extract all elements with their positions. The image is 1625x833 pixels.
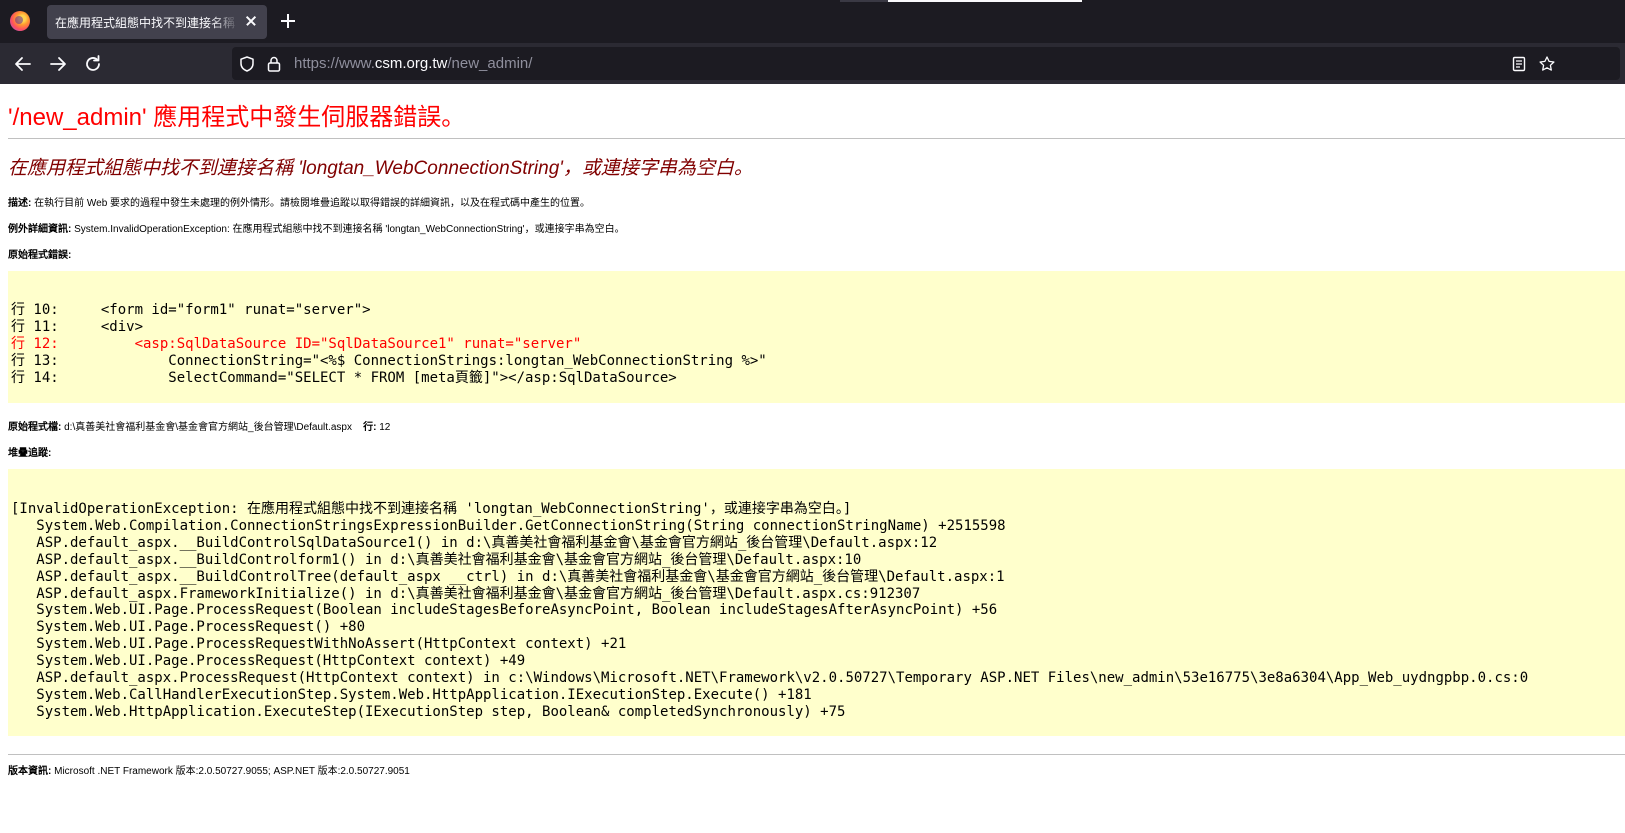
- source-code-line: 行 10: <form id="form1" runat="server">: [11, 302, 371, 318]
- stack-trace-line: System.Web.UI.Page.ProcessRequest() +80: [11, 619, 366, 636]
- stack-trace-label: 堆疊追蹤:: [8, 448, 52, 459]
- version-line: 版本資訊: Microsoft .NET Framework 版本:2.0.50…: [8, 762, 410, 777]
- stack-trace-line: [InvalidOperationException: 在應用程式組態中找不到連…: [11, 501, 852, 517]
- tab-strip: 在應用程式組態中找不到連接名稱 'longtan_WebConnectionSt…: [0, 0, 1625, 43]
- description-label: 描述:: [8, 198, 32, 209]
- divider: [8, 138, 1625, 139]
- url-text[interactable]: https://www.csm.org.tw/new_admin/: [294, 55, 532, 72]
- exception-details-line: 例外詳細資訊: System.InvalidOperationException…: [8, 220, 625, 235]
- error-title: 在應用程式組態中找不到連接名稱 'longtan_WebConnectionSt…: [8, 153, 753, 180]
- source-file-line: 原始程式檔: d:\真善美社會福利基金會\基金會官方網站_後台管理\Defaul…: [8, 418, 390, 433]
- error-title-pre: 在應用程式組態中找不到連接名稱: [8, 158, 299, 179]
- navigation-toolbar: https://www.csm.org.tw/new_admin/: [0, 43, 1625, 84]
- stack-trace-line: System.Web.UI.Page.ProcessRequest(HttpCo…: [11, 653, 526, 670]
- stack-trace-line: System.Web.UI.Page.ProcessRequest(Boolea…: [11, 602, 998, 619]
- line-label: 行:: [363, 422, 377, 433]
- stack-trace-line: ASP.default_aspx.ProcessRequest(HttpCont…: [11, 670, 1529, 687]
- back-icon[interactable]: [12, 53, 34, 75]
- stack-trace-line: System.Web.HttpApplication.ExecuteStep(I…: [11, 703, 846, 720]
- description-line: 描述: 在執行目前 Web 要求的過程中發生未處理的例外情形。請檢閱堆疊追蹤以取…: [8, 194, 590, 209]
- source-code-line: 行 12: <asp:SqlDataSource ID="SqlDataSour…: [11, 335, 582, 352]
- version-label: 版本資訊:: [8, 766, 52, 777]
- browser-tab[interactable]: 在應用程式組態中找不到連接名稱 'longtan_WebConnectionSt…: [47, 5, 267, 39]
- url-host: csm.org.tw: [374, 55, 448, 72]
- stack-trace-line: ASP.default_aspx.FrameworkInitialize() i…: [11, 585, 921, 602]
- description-text: 在執行目前 Web 要求的過程中發生未處理的例外情形。請檢閱堆疊追蹤以取得錯誤的…: [31, 198, 591, 209]
- source-error-heading: 原始程式錯誤:: [8, 246, 71, 261]
- stack-trace-box: [InvalidOperationException: 在應用程式組態中找不到連…: [8, 469, 1625, 736]
- source-code-line: 行 13: ConnectionString="<%$ ConnectionSt…: [11, 352, 767, 369]
- reload-icon[interactable]: [82, 53, 104, 75]
- titlebar-indicator: [840, 0, 888, 2]
- reader-view-icon[interactable]: [1510, 55, 1528, 73]
- stack-trace-heading: 堆疊追蹤:: [8, 444, 51, 459]
- tab-title: 在應用程式組態中找不到連接名稱 'longtan_WebConnectionSt…: [55, 16, 239, 30]
- error-title-post: ，或連接字串為空白。: [562, 158, 753, 179]
- new-tab-icon[interactable]: [280, 13, 296, 29]
- titlebar-indicator-active: [888, 0, 1082, 2]
- address-bar[interactable]: https://www.csm.org.tw/new_admin/: [232, 47, 1620, 80]
- source-code-box: 行 10: <form id="form1" runat="server"> 行 …: [8, 271, 1625, 403]
- divider: [8, 754, 1625, 755]
- stack-trace-line: System.Web.CallHandlerExecutionStep.Syst…: [11, 686, 812, 703]
- firefox-menu-icon[interactable]: [10, 11, 30, 31]
- heading-text: 應用程式中發生伺服器錯誤。: [146, 104, 466, 131]
- source-file-label: 原始程式檔:: [8, 422, 62, 433]
- source-code-line: 行 14: SelectCommand="SELECT * FROM [meta…: [11, 369, 677, 386]
- exception-text: System.InvalidOperationException: 在應用程式組…: [71, 224, 625, 235]
- stack-trace-line: System.Web.Compilation.ConnectionStrings…: [11, 517, 1006, 534]
- stack-trace-line: ASP.default_aspx.__BuildControlTree(defa…: [11, 568, 1005, 585]
- source-file-path: d:\真善美社會福利基金會\基金會官方網站_後台管理\Default.aspx: [61, 422, 352, 433]
- version-text: Microsoft .NET Framework 版本:2.0.50727.90…: [51, 766, 410, 777]
- source-code: 行 10: <form id="form1" runat="server"> 行 …: [11, 302, 767, 387]
- source-error-label: 原始程式錯誤:: [8, 250, 72, 261]
- stack-trace-line: System.Web.UI.Page.ProcessRequestWithNoA…: [11, 636, 627, 653]
- page-heading: '/new_admin' 應用程式中發生伺服器錯誤。: [8, 97, 465, 132]
- line-number: 12: [376, 422, 391, 433]
- url-path: /new_admin/: [447, 55, 533, 72]
- heading-app-name: '/new_admin': [8, 104, 147, 131]
- forward-icon[interactable]: [47, 53, 69, 75]
- tracking-protection-shield-icon[interactable]: [238, 55, 256, 73]
- stack-trace-line: ASP.default_aspx.__BuildControlSqlDataSo…: [11, 534, 938, 551]
- close-tab-icon[interactable]: [243, 13, 259, 29]
- error-title-name: 'longtan_WebConnectionString': [298, 158, 563, 179]
- stack-trace-line: ASP.default_aspx.__BuildControlform1() i…: [11, 551, 862, 568]
- url-prefix: https://www.: [294, 55, 375, 72]
- stack-trace: [InvalidOperationException: 在應用程式組態中找不到連…: [11, 501, 1528, 721]
- lock-icon[interactable]: [265, 55, 283, 73]
- exception-label: 例外詳細資訊:: [8, 224, 72, 235]
- source-code-line: 行 11: <div>: [11, 318, 144, 335]
- bookmark-star-icon[interactable]: [1538, 55, 1556, 73]
- page-content: '/new_admin' 應用程式中發生伺服器錯誤。 在應用程式組態中找不到連接…: [0, 84, 1625, 833]
